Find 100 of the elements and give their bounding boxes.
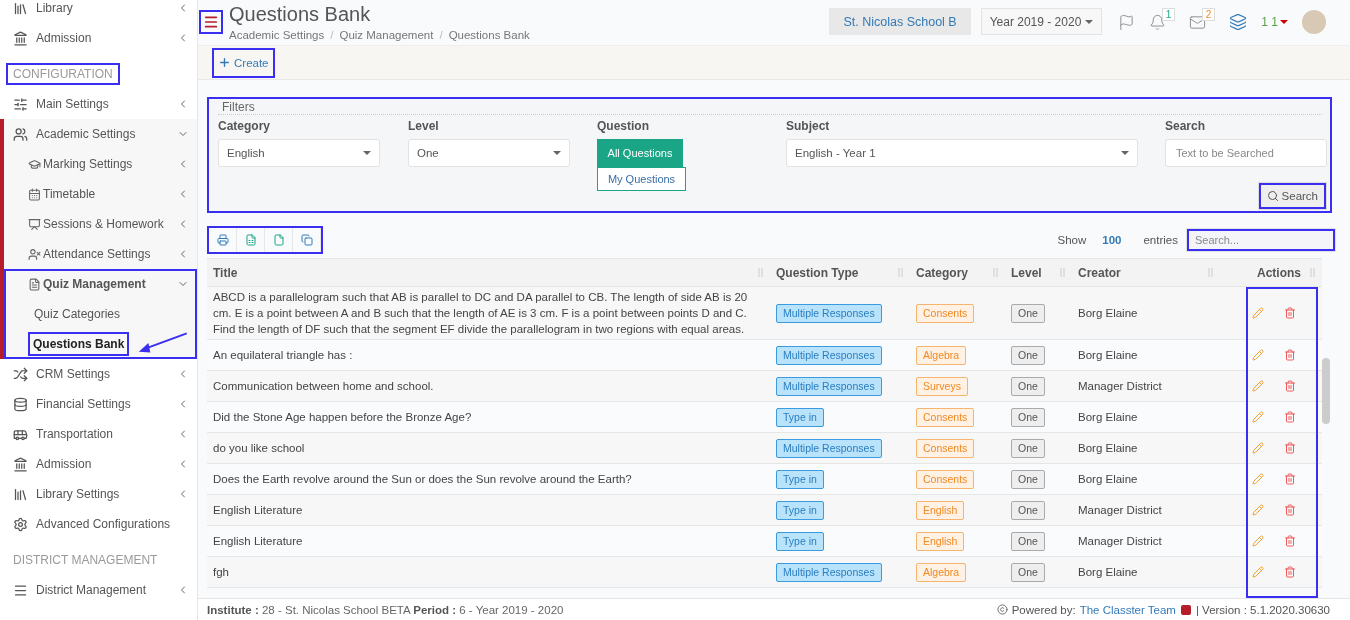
delete-button[interactable] bbox=[1284, 307, 1296, 319]
edit-button[interactable] bbox=[1252, 473, 1264, 485]
sidebar-item[interactable]: Quiz Categories bbox=[4, 299, 197, 329]
institute-info: Institute : 28 - St. Nicolas School BETA Period : 6 - Year 2019 - 2020 bbox=[207, 603, 564, 616]
edit-button[interactable] bbox=[1252, 566, 1264, 578]
sidebar-item[interactable]: Library Settings bbox=[0, 479, 197, 509]
level-tag: One bbox=[1011, 407, 1045, 427]
create-button[interactable]: Create bbox=[212, 47, 275, 78]
menu-item-icon bbox=[28, 277, 41, 291]
question-type-tag: Multiple Responses bbox=[776, 303, 882, 323]
field-label: Question bbox=[597, 119, 650, 133]
edit-button[interactable] bbox=[1252, 411, 1264, 423]
sidebar-item[interactable]: Advanced Configurations bbox=[0, 509, 197, 539]
bell-icon bbox=[1149, 13, 1167, 31]
category-tag: Consents bbox=[916, 407, 975, 427]
table-cell-text: Manager District bbox=[1077, 503, 1163, 518]
column-header[interactable]: Title bbox=[207, 259, 770, 286]
sidebar-item[interactable]: Questions Bank bbox=[4, 329, 197, 359]
menu-item-icon bbox=[13, 516, 28, 532]
section-title: CONFIGURATION bbox=[6, 63, 120, 85]
spreadsheet-icon bbox=[244, 234, 257, 246]
sidebar-item[interactable]: Admission bbox=[0, 449, 197, 479]
menu-item-icon bbox=[13, 126, 28, 142]
sidebar-item[interactable]: Timetable bbox=[4, 179, 197, 209]
flag-button[interactable] bbox=[1118, 13, 1136, 31]
team-link[interactable]: The Classter Team bbox=[1079, 603, 1176, 616]
table-cell-text: Borg Elaine bbox=[1077, 410, 1139, 425]
delete-button[interactable] bbox=[1284, 473, 1296, 485]
table-cell-text: English Literature bbox=[212, 503, 304, 518]
category-tag: Algebra bbox=[916, 345, 967, 365]
table-cell-text: Did the Stone Age happen before the Bronze Age? bbox=[212, 410, 473, 425]
question-type-tag: Type in bbox=[776, 469, 824, 489]
layers-button[interactable] bbox=[1229, 13, 1248, 31]
entries-count[interactable]: 100 bbox=[1102, 234, 1122, 246]
copy-icon bbox=[300, 234, 313, 246]
table-cell-text: do you like school bbox=[212, 441, 306, 456]
question-toggle[interactable]: My Questions bbox=[597, 167, 686, 191]
sidebar-item[interactable]: Transportation bbox=[0, 419, 197, 449]
mail-icon bbox=[1189, 13, 1207, 31]
table-search-field[interactable]: Search... bbox=[1186, 228, 1336, 252]
breadcrumb-link[interactable]: Academic Settings bbox=[229, 29, 325, 41]
level-tag: One bbox=[1011, 531, 1045, 551]
school-button[interactable]: St. Nicolas School B bbox=[829, 8, 971, 35]
table-cell-text: Manager District bbox=[1077, 534, 1163, 549]
sidebar-item[interactable]: Admission bbox=[0, 23, 197, 53]
breadcrumb-separator: / bbox=[439, 29, 443, 41]
section-title: DISTRICT MANAGEMENT bbox=[12, 552, 159, 569]
column-header[interactable]: Category bbox=[910, 259, 1005, 286]
scrollbar[interactable] bbox=[1322, 358, 1330, 424]
category-tag: Algebra bbox=[916, 562, 967, 582]
layers-icon bbox=[1229, 13, 1248, 31]
breadcrumb-link[interactable]: Quiz Management bbox=[339, 29, 434, 41]
year-dropdown[interactable]: Year 2019 - 2020 bbox=[980, 8, 1103, 35]
category-select[interactable]: English bbox=[218, 139, 380, 167]
breadcrumb-link[interactable]: Questions Bank bbox=[448, 29, 530, 41]
delete-button[interactable] bbox=[1284, 411, 1296, 423]
sidebar-item[interactable]: District Management bbox=[0, 575, 197, 605]
question-type-tag: Multiple Responses bbox=[776, 562, 882, 582]
avatar[interactable] bbox=[1302, 10, 1326, 34]
menu-item-icon bbox=[28, 187, 41, 201]
sidebar-item[interactable]: Financial Settings bbox=[0, 389, 197, 419]
sidebar-item[interactable]: Sessions & Homework bbox=[4, 209, 197, 239]
column-header[interactable]: Question Type bbox=[770, 259, 910, 286]
search-icon bbox=[1266, 190, 1279, 202]
level-select[interactable]: One bbox=[408, 139, 570, 167]
menu-item-icon bbox=[13, 486, 28, 502]
column-header[interactable]: Level bbox=[1005, 259, 1072, 286]
sidebar-item[interactable]: Main Settings bbox=[0, 89, 197, 119]
breadcrumb-separator: / bbox=[330, 29, 334, 41]
edit-button[interactable] bbox=[1252, 535, 1264, 547]
edit-button[interactable] bbox=[1252, 504, 1264, 516]
sidebar-item[interactable]: CRM Settings bbox=[0, 359, 197, 389]
delete-button[interactable] bbox=[1284, 380, 1296, 392]
logo-icon bbox=[1179, 603, 1192, 616]
menu-item-icon bbox=[13, 96, 28, 112]
level-tag: One bbox=[1011, 500, 1045, 520]
category-tag: English bbox=[916, 500, 965, 520]
delete-button[interactable] bbox=[1284, 504, 1296, 516]
edit-button[interactable] bbox=[1252, 380, 1264, 392]
column-header[interactable]: Creator bbox=[1072, 259, 1220, 286]
search-button[interactable]: Search bbox=[1257, 182, 1327, 210]
edit-button[interactable] bbox=[1252, 442, 1264, 454]
subject-select[interactable]: English - Year 1 bbox=[786, 139, 1138, 167]
menu-button[interactable] bbox=[199, 10, 223, 34]
delete-button[interactable] bbox=[1284, 535, 1296, 547]
delete-button[interactable] bbox=[1284, 442, 1296, 454]
edit-button[interactable] bbox=[1252, 349, 1264, 361]
column-header[interactable]: Actions bbox=[1220, 259, 1322, 286]
sidebar-item[interactable]: Attendance Settings bbox=[4, 239, 197, 269]
sidebar-item[interactable]: Quiz Management bbox=[4, 269, 197, 299]
delete-button[interactable] bbox=[1284, 349, 1296, 361]
sidebar-item[interactable]: Library bbox=[0, 0, 197, 23]
edit-button[interactable] bbox=[1252, 307, 1264, 319]
menu-item-icon bbox=[13, 396, 28, 412]
sidebar-item[interactable]: Academic Settings bbox=[4, 119, 197, 149]
delete-button[interactable] bbox=[1284, 566, 1296, 578]
flag-icon bbox=[1118, 13, 1136, 31]
question-type-tag: Multiple Responses bbox=[776, 438, 882, 458]
sidebar-item[interactable]: Marking Settings bbox=[4, 149, 197, 179]
search-input[interactable]: Text to be Searched bbox=[1165, 139, 1327, 167]
